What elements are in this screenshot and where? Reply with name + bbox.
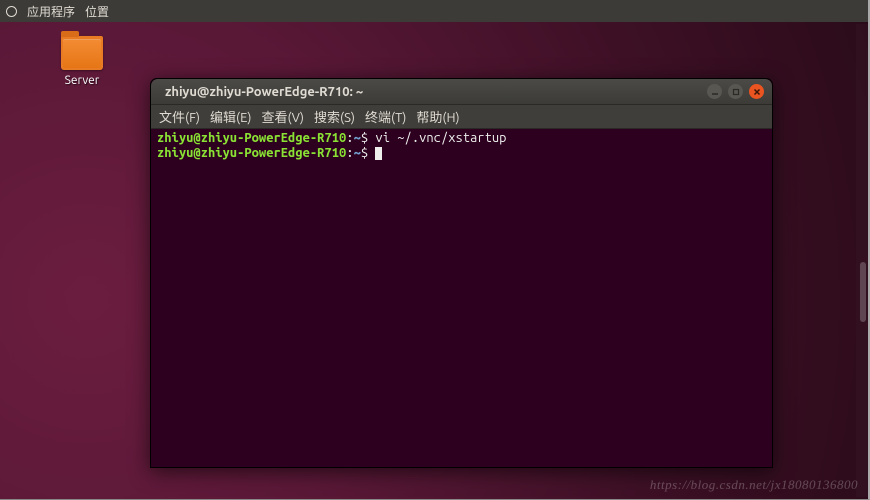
dash-icon[interactable] bbox=[6, 6, 17, 17]
page-scrollbar-thumb[interactable] bbox=[860, 262, 866, 322]
window-controls bbox=[707, 84, 764, 99]
menu-search[interactable]: 搜索(S) bbox=[314, 107, 355, 126]
prompt-sigil: $ bbox=[361, 131, 376, 145]
window-titlebar[interactable]: zhiyu@zhiyu-PowerEdge-R710: ~ bbox=[151, 79, 772, 105]
prompt-colon: : bbox=[346, 146, 353, 160]
menu-edit[interactable]: 编辑(E) bbox=[210, 107, 251, 126]
menu-file[interactable]: 文件(F) bbox=[159, 107, 200, 126]
desktop-folder-label: Server bbox=[65, 74, 100, 87]
prompt-colon: : bbox=[346, 131, 353, 145]
top-panel[interactable]: 应用程序 位置 bbox=[0, 0, 868, 22]
maximize-button[interactable] bbox=[728, 84, 743, 99]
terminal-line: zhiyu@zhiyu-PowerEdge-R710:~$ bbox=[157, 146, 766, 161]
prompt-user: zhiyu bbox=[157, 146, 193, 160]
terminal-command: vi ~/.vnc/xstartup bbox=[375, 131, 506, 145]
prompt-at: @ bbox=[193, 131, 200, 145]
close-button[interactable] bbox=[749, 84, 764, 99]
minimize-button[interactable] bbox=[707, 84, 722, 99]
menu-view[interactable]: 查看(V) bbox=[262, 107, 304, 126]
panel-menu-places[interactable]: 位置 bbox=[85, 3, 109, 20]
terminal-cursor bbox=[375, 147, 382, 160]
folder-icon bbox=[61, 36, 103, 70]
prompt-host: zhiyu-PowerEdge-R710 bbox=[201, 131, 347, 145]
desktop-folder-server[interactable]: Server bbox=[52, 36, 112, 87]
page-scrollbar-track[interactable] bbox=[856, 24, 868, 497]
prompt-sigil: $ bbox=[361, 146, 376, 160]
desktop-screen: 应用程序 位置 Server zhiyu@zhiyu-PowerEdge-R71… bbox=[0, 0, 870, 500]
panel-menu-applications[interactable]: 应用程序 bbox=[27, 3, 75, 20]
prompt-path: ~ bbox=[354, 131, 361, 145]
terminal-body[interactable]: zhiyu@zhiyu-PowerEdge-R710:~$ vi ~/.vnc/… bbox=[151, 129, 772, 467]
menu-help[interactable]: 帮助(H) bbox=[416, 107, 459, 126]
watermark-text: https://blog.csdn.net/jx18080136800 bbox=[650, 477, 858, 493]
terminal-menubar[interactable]: 文件(F) 编辑(E) 查看(V) 搜索(S) 终端(T) 帮助(H) bbox=[151, 105, 772, 129]
window-title: zhiyu@zhiyu-PowerEdge-R710: ~ bbox=[165, 85, 707, 99]
terminal-line: zhiyu@zhiyu-PowerEdge-R710:~$ vi ~/.vnc/… bbox=[157, 131, 766, 146]
prompt-user: zhiyu bbox=[157, 131, 193, 145]
terminal-window[interactable]: zhiyu@zhiyu-PowerEdge-R710: ~ 文件(F) 编辑(E… bbox=[150, 78, 773, 468]
prompt-path: ~ bbox=[354, 146, 361, 160]
prompt-host: zhiyu-PowerEdge-R710 bbox=[201, 146, 347, 160]
menu-terminal[interactable]: 终端(T) bbox=[365, 107, 406, 126]
prompt-at: @ bbox=[193, 146, 200, 160]
